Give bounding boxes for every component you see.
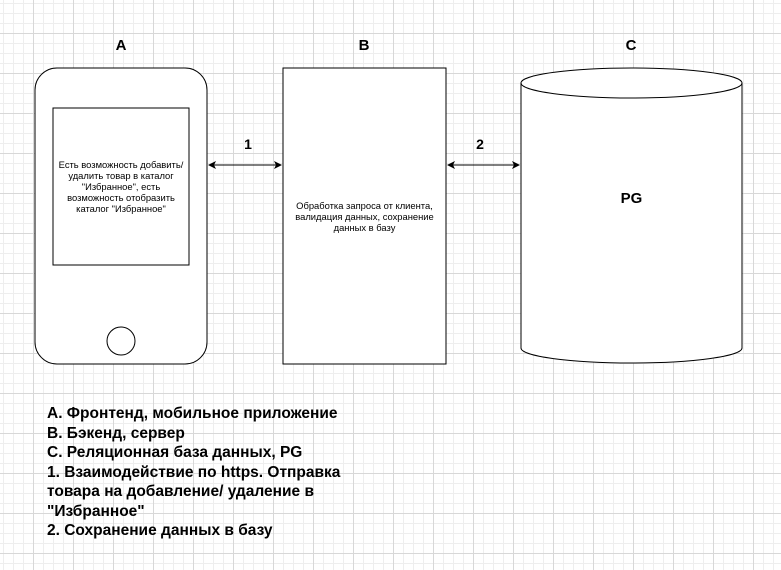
frontend-description: Есть возможность добавить/ удалить товар…: [58, 159, 184, 214]
database-label: PG: [620, 190, 643, 207]
label-b: B: [358, 37, 370, 54]
legend-item-1: 1. Взаимодействие по https. Отправка тов…: [47, 463, 341, 520]
connector-label-2: 2: [476, 136, 484, 152]
legend-item-2: 2. Сохранение данных в базу: [47, 522, 273, 539]
phone-home-button[interactable]: [106, 326, 136, 356]
legend-item-c: C. Реляционная база данных, PG: [47, 444, 303, 461]
connector-label-1: 1: [244, 136, 252, 152]
backend-description: Обработка запроса от клиента, валидация …: [295, 199, 434, 233]
legend: A. Фронтенд, мобильное приложение B. Бэк…: [47, 404, 347, 541]
label-c: C: [625, 37, 637, 54]
database-cylinder[interactable]: [520, 67, 743, 364]
legend-item-b: B. Бэкенд, сервер: [47, 424, 185, 442]
legend-item-a: A. Фронтенд, мобильное приложение: [47, 405, 338, 422]
label-a: A: [115, 37, 127, 54]
diagram-canvas: A B C 1 2 Есть возможность добавить/ уда…: [0, 0, 781, 570]
